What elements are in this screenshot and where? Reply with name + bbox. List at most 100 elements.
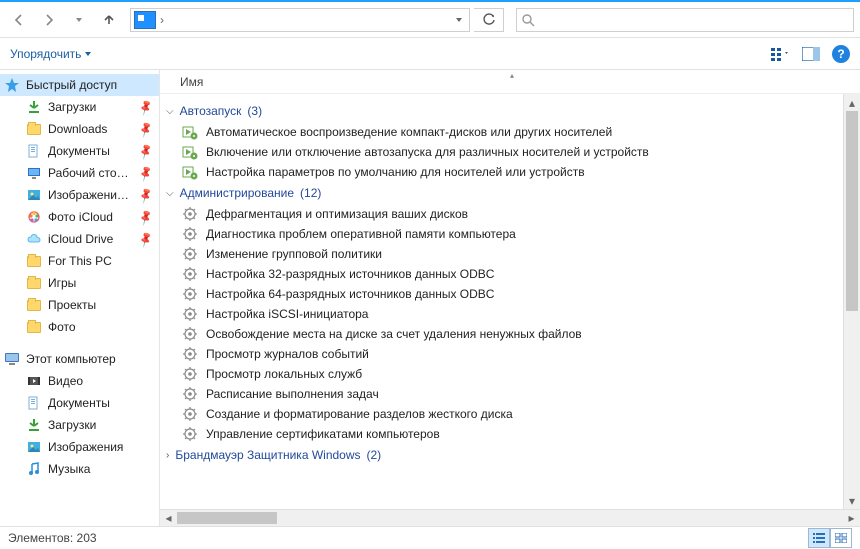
item-label: Дефрагментация и оптимизация ваших диско… bbox=[206, 207, 468, 221]
pictures-icon bbox=[26, 187, 42, 203]
download-icon bbox=[26, 99, 42, 115]
quick-access-icon bbox=[4, 77, 20, 93]
sidebar-item[interactable]: Загрузки📌 bbox=[0, 96, 159, 118]
preview-pane-button[interactable] bbox=[796, 42, 826, 66]
navigation-pane: Быстрый доступ Загрузки📌Downloads📌Докуме… bbox=[0, 70, 160, 526]
file-list: ⌵Автозапуск (3)Автоматическое воспроизве… bbox=[160, 94, 843, 509]
list-item[interactable]: Создание и форматирование разделов жестк… bbox=[160, 404, 843, 424]
gear-icon bbox=[182, 306, 198, 322]
sidebar-item[interactable]: Игры bbox=[0, 272, 159, 294]
list-item[interactable]: Настройка iSCSI-инициатора bbox=[160, 304, 843, 324]
group-name: Администрирование bbox=[180, 186, 294, 200]
expand-icon: › bbox=[166, 450, 169, 461]
scroll-thumb[interactable] bbox=[846, 111, 858, 311]
item-label: Настройка 64-разрядных источников данных… bbox=[206, 287, 494, 301]
group-header[interactable]: ⌵Администрирование (12) bbox=[160, 182, 843, 204]
pin-icon: 📌 bbox=[137, 186, 155, 204]
item-label: Освобождение места на диске за счет удал… bbox=[206, 327, 582, 341]
view-details-button[interactable] bbox=[808, 528, 830, 548]
expand-icon: ⌵ bbox=[166, 188, 174, 199]
gear-icon bbox=[182, 326, 198, 342]
list-item[interactable]: Освобождение места на диске за счет удал… bbox=[160, 324, 843, 344]
gear-icon bbox=[182, 346, 198, 362]
sidebar-item-label: Быстрый доступ bbox=[26, 78, 117, 92]
list-item[interactable]: Просмотр журналов событий bbox=[160, 344, 843, 364]
pictures-icon bbox=[26, 439, 42, 455]
column-header-name[interactable]: ▴ Имя bbox=[160, 70, 860, 94]
item-label: Просмотр журналов событий bbox=[206, 347, 369, 361]
forward-button[interactable] bbox=[36, 7, 62, 33]
sidebar-item[interactable]: Документы📌 bbox=[0, 140, 159, 162]
list-item[interactable]: Изменение групповой политики bbox=[160, 244, 843, 264]
recent-locations-button[interactable] bbox=[66, 7, 92, 33]
sidebar-this-pc[interactable]: Этот компьютер bbox=[0, 348, 159, 370]
scroll-up-button[interactable]: ▴ bbox=[844, 94, 860, 111]
list-item[interactable]: Просмотр локальных служб bbox=[160, 364, 843, 384]
sidebar-item-label: Загрузки bbox=[48, 100, 96, 114]
scroll-track[interactable] bbox=[177, 510, 843, 526]
item-label: Создание и форматирование разделов жестк… bbox=[206, 407, 513, 421]
list-item[interactable]: Настройка 32-разрядных источников данных… bbox=[160, 264, 843, 284]
help-button[interactable]: ? bbox=[832, 45, 850, 63]
list-item[interactable]: Расписание выполнения задач bbox=[160, 384, 843, 404]
item-label: Расписание выполнения задач bbox=[206, 387, 379, 401]
pin-icon: 📌 bbox=[137, 164, 155, 182]
gear-icon bbox=[182, 206, 198, 222]
sidebar-item[interactable]: Проекты bbox=[0, 294, 159, 316]
item-label: Диагностика проблем оперативной памяти к… bbox=[206, 227, 516, 241]
sidebar-item[interactable]: Изображения bbox=[0, 436, 159, 458]
content-area: Быстрый доступ Загрузки📌Downloads📌Докуме… bbox=[0, 70, 860, 527]
scroll-right-button[interactable]: ▸ bbox=[843, 511, 860, 525]
sidebar-item-label: Фото bbox=[48, 320, 76, 334]
list-item[interactable]: Диагностика проблем оперативной памяти к… bbox=[160, 224, 843, 244]
sidebar-item[interactable]: Рабочий сто…📌 bbox=[0, 162, 159, 184]
sidebar-quick-access[interactable]: Быстрый доступ bbox=[0, 74, 159, 96]
refresh-button[interactable] bbox=[474, 8, 504, 32]
scroll-left-button[interactable]: ◂ bbox=[160, 511, 177, 525]
status-count: 203 bbox=[77, 531, 97, 545]
view-large-icons-button[interactable] bbox=[830, 528, 852, 548]
status-label: Элементов: bbox=[8, 531, 73, 545]
list-item[interactable]: Дефрагментация и оптимизация ваших диско… bbox=[160, 204, 843, 224]
item-label: Настройка iSCSI-инициатора bbox=[206, 307, 368, 321]
sidebar-item[interactable]: Документы bbox=[0, 392, 159, 414]
sidebar-item[interactable]: Downloads📌 bbox=[0, 118, 159, 140]
up-button[interactable] bbox=[96, 7, 122, 33]
view-options-button[interactable] bbox=[766, 42, 796, 66]
sidebar-item-label: Фото iCloud bbox=[48, 210, 113, 224]
scroll-down-button[interactable]: ▾ bbox=[844, 492, 860, 509]
group-name: Брандмауэр Защитника Windows bbox=[175, 448, 360, 462]
sidebar-item[interactable]: For This PC bbox=[0, 250, 159, 272]
sidebar-item[interactable]: Загрузки bbox=[0, 414, 159, 436]
scroll-thumb[interactable] bbox=[177, 512, 277, 524]
sidebar-item[interactable]: Изображени…📌 bbox=[0, 184, 159, 206]
sidebar-item[interactable]: Музыка bbox=[0, 458, 159, 480]
sidebar-item[interactable]: Видео bbox=[0, 370, 159, 392]
group-header[interactable]: ⌵Автозапуск (3) bbox=[160, 100, 843, 122]
sidebar-item[interactable]: iCloud Drive📌 bbox=[0, 228, 159, 250]
sidebar-item-label: Этот компьютер bbox=[26, 352, 116, 366]
address-dropdown[interactable] bbox=[449, 18, 469, 22]
pin-icon: 📌 bbox=[137, 142, 155, 160]
horizontal-scrollbar[interactable]: ◂ ▸ bbox=[160, 509, 860, 526]
list-item[interactable]: Включение или отключение автозапуска для… bbox=[160, 142, 843, 162]
group-header[interactable]: ›Брандмауэр Защитника Windows (2) bbox=[160, 444, 843, 466]
list-item[interactable]: Управление сертификатами компьютеров bbox=[160, 424, 843, 444]
gear-icon bbox=[182, 226, 198, 242]
search-box[interactable] bbox=[516, 8, 854, 32]
computer-icon bbox=[4, 351, 20, 367]
sidebar-item[interactable]: Фото iCloud📌 bbox=[0, 206, 159, 228]
vertical-scrollbar[interactable]: ▴ ▾ bbox=[843, 94, 860, 509]
list-item[interactable]: Автоматическое воспроизведение компакт-д… bbox=[160, 122, 843, 142]
back-button[interactable] bbox=[6, 7, 32, 33]
scroll-track[interactable] bbox=[844, 111, 860, 492]
list-item[interactable]: Настройка параметров по умолчанию для но… bbox=[160, 162, 843, 182]
list-item[interactable]: Настройка 64-разрядных источников данных… bbox=[160, 284, 843, 304]
sidebar-item-label: Загрузки bbox=[48, 418, 96, 432]
sidebar-item[interactable]: Фото bbox=[0, 316, 159, 338]
control-panel-icon bbox=[134, 11, 156, 29]
organize-menu[interactable]: Упорядочить bbox=[10, 47, 91, 61]
address-bar[interactable]: › bbox=[130, 8, 470, 32]
chevron-down-icon bbox=[85, 52, 91, 56]
search-input[interactable] bbox=[535, 13, 853, 27]
